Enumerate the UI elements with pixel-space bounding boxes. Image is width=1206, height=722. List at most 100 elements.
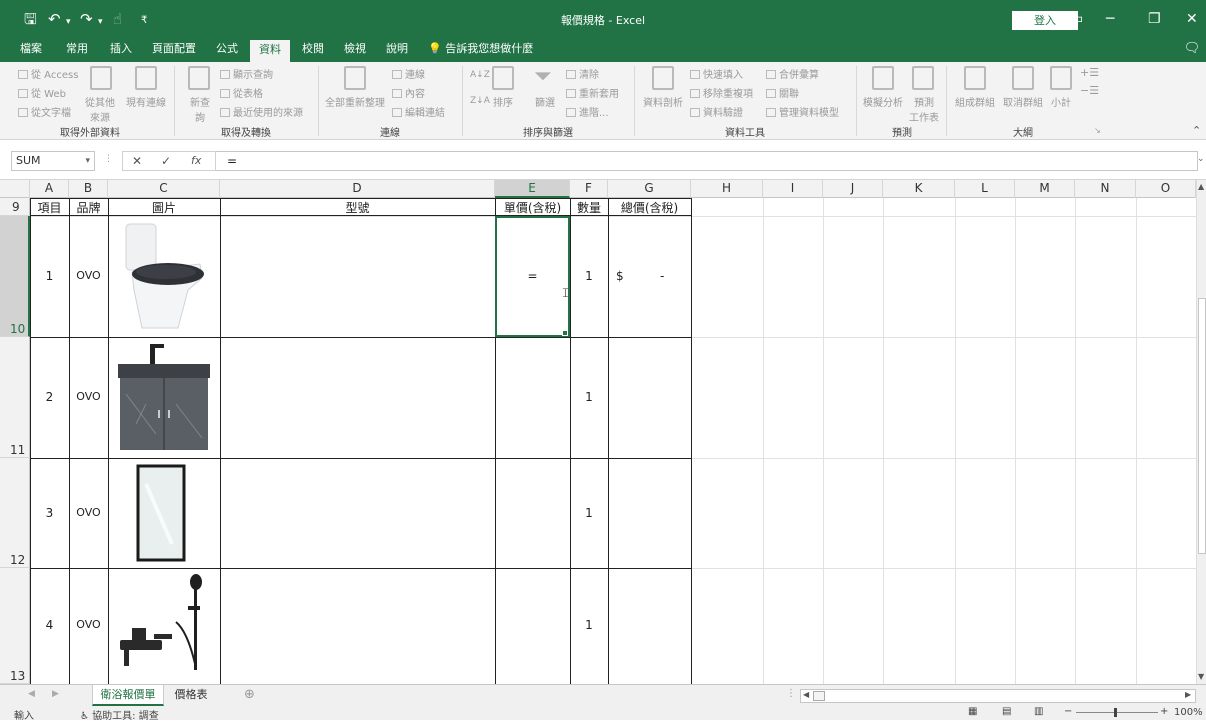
consolidate-button[interactable]: 合併彙算: [766, 66, 819, 81]
existing-connections-icon[interactable]: [135, 66, 157, 90]
column-header-o[interactable]: O: [1136, 180, 1196, 198]
relationships-button[interactable]: 關聯: [766, 85, 799, 100]
cell-brand[interactable]: OVO: [69, 618, 108, 631]
properties-button[interactable]: 內容: [392, 85, 425, 100]
subtotal-icon[interactable]: [1050, 66, 1072, 90]
cell-item-no[interactable]: 4: [30, 618, 69, 632]
what-if-analysis-icon[interactable]: [872, 66, 894, 90]
scroll-right-icon[interactable]: ▶: [1185, 690, 1191, 699]
refresh-all-icon[interactable]: [344, 66, 366, 90]
cell-total-currency[interactable]: $: [616, 269, 624, 283]
zoom-level[interactable]: 100%: [1174, 707, 1203, 718]
row-header-13[interactable]: 13: [0, 568, 30, 684]
outline-settings-icon[interactable]: ↘: [1094, 126, 1101, 135]
restore-icon[interactable]: ❐: [1148, 9, 1161, 29]
column-header-h[interactable]: H: [691, 180, 763, 198]
clear-button[interactable]: 清除: [566, 66, 599, 81]
show-detail-icon[interactable]: +☰: [1080, 66, 1099, 79]
vertical-scrollbar[interactable]: ▲ ▼: [1196, 180, 1206, 684]
column-header-m[interactable]: M: [1015, 180, 1075, 198]
sort-desc-icon[interactable]: Z↓A: [470, 96, 490, 106]
close-icon[interactable]: ✕: [1186, 9, 1198, 29]
row-header-10[interactable]: 10: [0, 216, 30, 337]
page-break-view-icon[interactable]: ▥: [1034, 706, 1043, 717]
tab-help[interactable]: 說明: [378, 38, 416, 62]
cell-item-no[interactable]: 1: [30, 269, 69, 283]
remove-duplicates-button[interactable]: 移除重複項: [690, 85, 753, 100]
row-header-9[interactable]: 9: [0, 198, 30, 216]
column-header-d[interactable]: D: [220, 180, 495, 198]
text-to-columns-icon[interactable]: [652, 66, 674, 90]
connections-button[interactable]: 連線: [392, 66, 425, 81]
ungroup-icon[interactable]: [1012, 66, 1034, 90]
formula-input[interactable]: =: [216, 151, 1198, 171]
new-sheet-icon[interactable]: ⊕: [244, 687, 255, 702]
tab-home[interactable]: 常用: [58, 38, 96, 62]
prev-sheet-icon[interactable]: ◀: [28, 689, 35, 699]
tab-insert[interactable]: 插入: [102, 38, 140, 62]
cell-qty[interactable]: 1: [570, 269, 608, 283]
sheet-tab-price-list[interactable]: 價格表: [168, 685, 214, 706]
column-header-j[interactable]: J: [823, 180, 883, 198]
reapply-button[interactable]: 重新套用: [566, 85, 619, 100]
scroll-up-icon[interactable]: ▲: [1198, 182, 1204, 191]
vertical-scroll-thumb[interactable]: [1198, 298, 1206, 554]
cell-qty[interactable]: 1: [570, 618, 608, 632]
row-header-12[interactable]: 12: [0, 458, 30, 568]
manage-data-model-button[interactable]: 管理資料模型: [766, 104, 839, 119]
next-sheet-icon[interactable]: ▶: [52, 689, 59, 699]
header-cell-unit-price[interactable]: 單價(含稅): [495, 199, 570, 216]
vanity-cabinet-image[interactable]: [116, 344, 212, 454]
horizontal-scroll-thumb[interactable]: [813, 691, 825, 701]
cell-brand[interactable]: OVO: [69, 269, 108, 282]
forecast-sheet-icon[interactable]: [912, 66, 934, 90]
sort-asc-icon[interactable]: A↓Z: [470, 70, 490, 80]
sheet-tab-bathroom-quote[interactable]: 衛浴報價單: [92, 685, 164, 706]
cell-total-value[interactable]: -: [660, 269, 664, 283]
zoom-out-icon[interactable]: −: [1064, 706, 1072, 717]
ribbon-display-icon[interactable]: ▭: [1070, 9, 1083, 29]
new-query-icon[interactable]: [188, 66, 210, 90]
horizontal-scrollbar[interactable]: ◀ ▶: [800, 689, 1196, 703]
name-box[interactable]: SUM: [11, 151, 95, 171]
cancel-icon[interactable]: ✕: [132, 154, 142, 168]
sort-icon[interactable]: [492, 66, 514, 90]
edit-links-button[interactable]: 編輯連結: [392, 104, 445, 119]
column-header-n[interactable]: N: [1075, 180, 1136, 198]
insert-function-icon[interactable]: fx: [191, 154, 201, 167]
enter-icon[interactable]: ✓: [161, 154, 171, 168]
worksheet-grid[interactable]: 項目 品牌 圖片 型號 單價(含稅) 數量 總價(含稅) 1 OVO = 𝙸 1…: [30, 198, 1196, 684]
column-header-c[interactable]: C: [108, 180, 220, 198]
column-header-l[interactable]: L: [955, 180, 1015, 198]
page-layout-view-icon[interactable]: ▤: [1002, 706, 1011, 717]
cell-item-no[interactable]: 2: [30, 390, 69, 404]
toilet-image[interactable]: [118, 220, 214, 332]
normal-view-icon[interactable]: ▦: [968, 706, 977, 717]
column-header-b[interactable]: B: [69, 180, 108, 198]
group-icon[interactable]: [964, 66, 986, 90]
column-header-i[interactable]: I: [763, 180, 823, 198]
tab-review[interactable]: 校閱: [294, 38, 332, 62]
cell-item-no[interactable]: 3: [30, 506, 69, 520]
header-cell-qty[interactable]: 數量: [570, 199, 608, 216]
from-other-sources-icon[interactable]: [90, 66, 112, 90]
comments-icon[interactable]: 🗨: [1182, 38, 1202, 62]
fill-handle[interactable]: [562, 330, 568, 336]
tab-view[interactable]: 檢視: [336, 38, 374, 62]
expand-formula-bar-icon[interactable]: ⌄: [1197, 154, 1205, 164]
active-cell-e10[interactable]: =: [495, 216, 570, 337]
mirror-image[interactable]: [136, 464, 188, 562]
flash-fill-button[interactable]: 快速填入: [690, 66, 743, 81]
recent-sources-button[interactable]: 最近使用的來源: [220, 104, 303, 119]
zoom-slider[interactable]: [1076, 712, 1158, 713]
cell-qty[interactable]: 1: [570, 390, 608, 404]
from-web-button[interactable]: 從 Web: [18, 85, 66, 100]
cell-qty[interactable]: 1: [570, 506, 608, 520]
cell-brand[interactable]: OVO: [69, 390, 108, 403]
minimize-icon[interactable]: ─: [1106, 9, 1114, 29]
hide-detail-icon[interactable]: −☰: [1080, 84, 1099, 97]
row-header-11[interactable]: 11: [0, 337, 30, 458]
header-cell-total[interactable]: 總價(含稅): [608, 199, 691, 216]
column-header-f[interactable]: F: [570, 180, 608, 198]
zoom-slider-thumb[interactable]: [1114, 708, 1117, 717]
